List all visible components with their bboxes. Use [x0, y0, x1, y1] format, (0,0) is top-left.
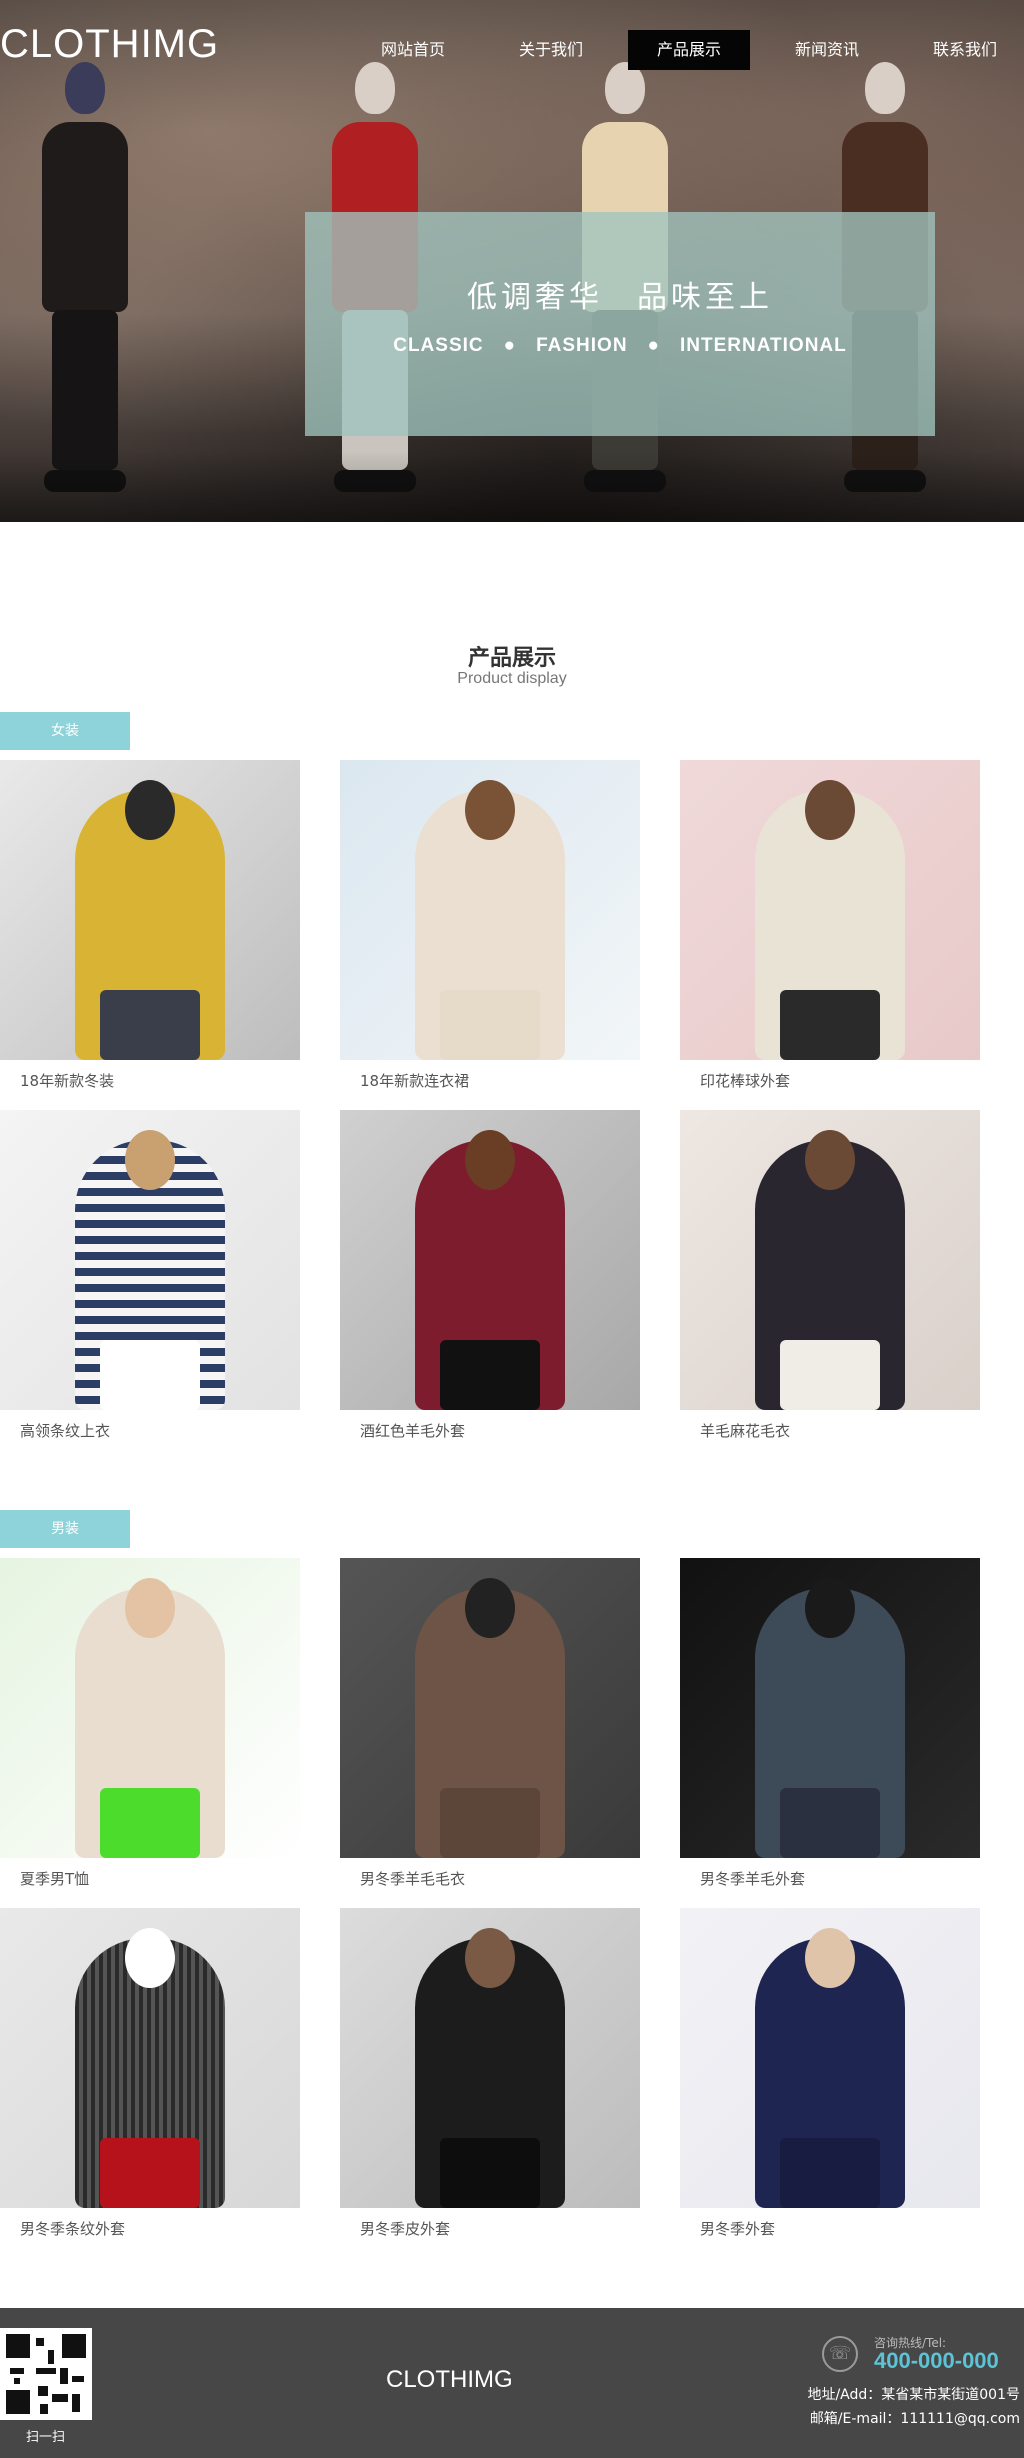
product-name[interactable]: 男冬季羊毛外套: [700, 1868, 805, 1889]
product-name[interactable]: 夏季男T恤: [20, 1868, 89, 1889]
category-tag-women[interactable]: 女装: [0, 712, 130, 750]
qr-code[interactable]: [0, 2328, 92, 2420]
nav-item-news[interactable]: 新闻资讯: [758, 30, 896, 70]
product-image[interactable]: [680, 760, 980, 1060]
section-subtitle: Product display: [457, 670, 567, 687]
product-card[interactable]: 男冬季条纹外套: [0, 1908, 300, 2248]
nav-item-contact[interactable]: 联系我们: [896, 30, 1024, 70]
product-card[interactable]: 18年新款连衣裙: [340, 760, 640, 1100]
footer-address: 地址/Add：某省某市某街道001号: [807, 2387, 1020, 2403]
product-image[interactable]: [340, 1558, 640, 1858]
product-image[interactable]: [0, 1908, 300, 2208]
category-tag-men[interactable]: 男装: [0, 1510, 130, 1548]
product-image[interactable]: [0, 1558, 300, 1858]
product-name[interactable]: 高领条纹上衣: [20, 1420, 110, 1441]
footer: 扫一扫 CLOTHIMG ☏ 咨询热线/Tel: 400-000-000 地址/…: [0, 2308, 1024, 2458]
hotline-number[interactable]: 400-000-000: [874, 2348, 999, 2374]
product-card[interactable]: 酒红色羊毛外套: [340, 1110, 640, 1450]
banner-title: 低调奢华 品味至上: [467, 280, 773, 315]
product-name[interactable]: 男冬季条纹外套: [20, 2218, 125, 2239]
product-image[interactable]: [680, 1908, 980, 2208]
product-image[interactable]: [0, 1110, 300, 1410]
product-name[interactable]: 18年新款冬装: [20, 1070, 114, 1091]
product-name[interactable]: 男冬季外套: [700, 2218, 775, 2239]
product-card[interactable]: 男冬季羊毛外套: [680, 1558, 980, 1898]
main-nav: 网站首页 关于我们 产品展示 新闻资讯 联系我们: [344, 30, 1024, 70]
hero-floor: [0, 452, 1024, 522]
product-name[interactable]: 酒红色羊毛外套: [360, 1420, 465, 1441]
product-card[interactable]: 18年新款冬装: [0, 760, 300, 1100]
section-title: 产品展示: [467, 646, 556, 671]
product-name[interactable]: 男冬季皮外套: [360, 2218, 450, 2239]
footer-brand: CLOTHIMG: [386, 2366, 513, 2393]
product-card[interactable]: 夏季男T恤: [0, 1558, 300, 1898]
nav-item-about[interactable]: 关于我们: [482, 30, 620, 70]
mannequin-figure: [30, 62, 140, 492]
banner-overlay: 低调奢华 品味至上 CLASSIC ● FASHION ● INTERNATIO…: [305, 212, 935, 436]
nav-item-products[interactable]: 产品展示: [628, 30, 750, 70]
product-name[interactable]: 印花棒球外套: [700, 1070, 790, 1091]
product-image[interactable]: [680, 1110, 980, 1410]
qr-caption: 扫一扫: [26, 2430, 66, 2445]
product-card[interactable]: 男冬季外套: [680, 1908, 980, 2248]
site-logo[interactable]: CLOTHIMG: [0, 22, 219, 67]
banner-subtitle: CLASSIC ● FASHION ● INTERNATIONAL: [393, 335, 847, 356]
product-name[interactable]: 男冬季羊毛毛衣: [360, 1868, 465, 1889]
nav-item-home[interactable]: 网站首页: [344, 30, 482, 70]
product-image[interactable]: [680, 1558, 980, 1858]
phone-icon: ☏: [822, 2336, 858, 2372]
product-card[interactable]: 羊毛麻花毛衣: [680, 1110, 980, 1450]
product-image[interactable]: [0, 760, 300, 1060]
product-card[interactable]: 印花棒球外套: [680, 760, 980, 1100]
product-image[interactable]: [340, 760, 640, 1060]
product-name[interactable]: 羊毛麻花毛衣: [700, 1420, 790, 1441]
hero-banner: CLOTHIMG 网站首页 关于我们 产品展示 新闻资讯 联系我们 低调奢华 品…: [0, 0, 1024, 522]
product-card[interactable]: 高领条纹上衣: [0, 1110, 300, 1450]
product-image[interactable]: [340, 1110, 640, 1410]
footer-email[interactable]: 邮箱/E-mail：111111@qq.com: [810, 2408, 1020, 2428]
product-name[interactable]: 18年新款连衣裙: [360, 1070, 469, 1091]
product-image[interactable]: [340, 1908, 640, 2208]
product-card[interactable]: 男冬季皮外套: [340, 1908, 640, 2248]
product-card[interactable]: 男冬季羊毛毛衣: [340, 1558, 640, 1898]
